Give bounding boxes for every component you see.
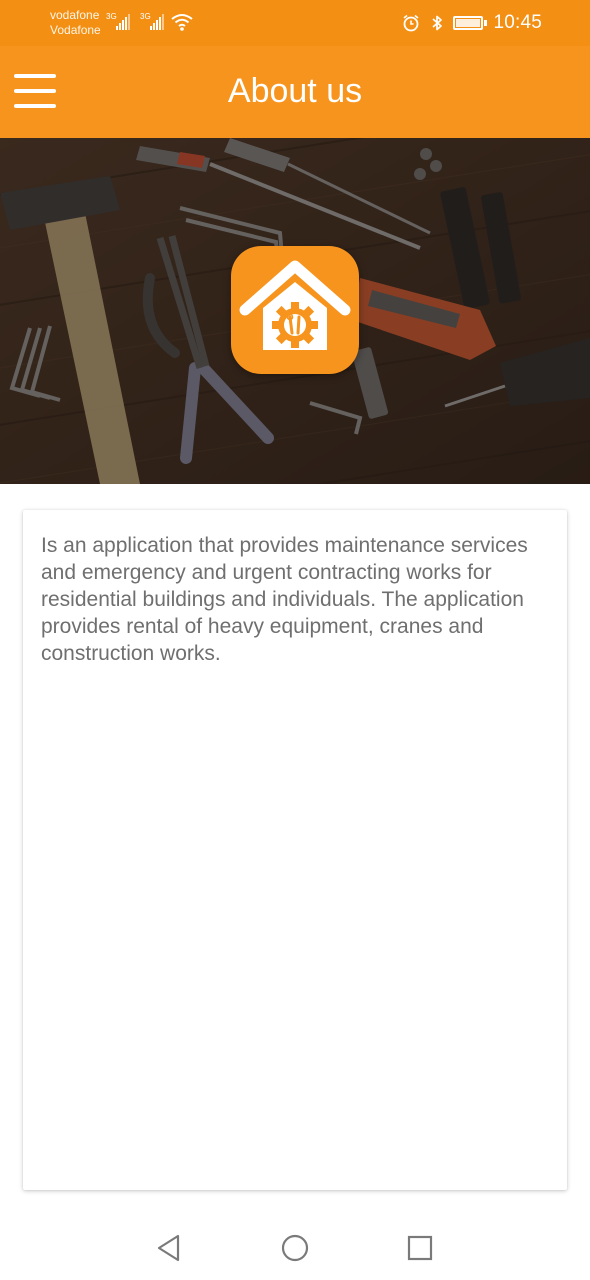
system-nav-bar [0,1215,590,1280]
page-title: About us [227,72,363,110]
hero-banner [0,138,590,484]
app-bar: About us [0,46,590,138]
app-logo [231,246,359,374]
carrier-2-label: Vodafone [50,23,101,37]
battery-icon [453,15,488,31]
screen: vodafone Vodafone 3G 3G 10:45 About us I… [0,0,590,1280]
alarm-icon [403,14,419,32]
wifi-icon [171,14,193,31]
carrier-labels: vodafone Vodafone [50,8,101,38]
status-bar: vodafone Vodafone 3G 3G 10:45 [0,0,590,46]
home-circle-icon[interactable] [278,1231,312,1265]
back-triangle-icon[interactable] [152,1231,186,1265]
carrier-1-label: vodafone [50,8,100,22]
recents-square-icon[interactable] [403,1231,437,1265]
status-right-group: 10:45 [401,10,542,36]
bluetooth-icon [432,15,443,31]
clock-time: 10:45 [493,12,542,33]
about-description: Is an application that provides maintena… [41,534,528,665]
house-gear-wrench-icon [239,260,351,350]
about-card: Is an application that provides maintena… [23,510,567,1190]
